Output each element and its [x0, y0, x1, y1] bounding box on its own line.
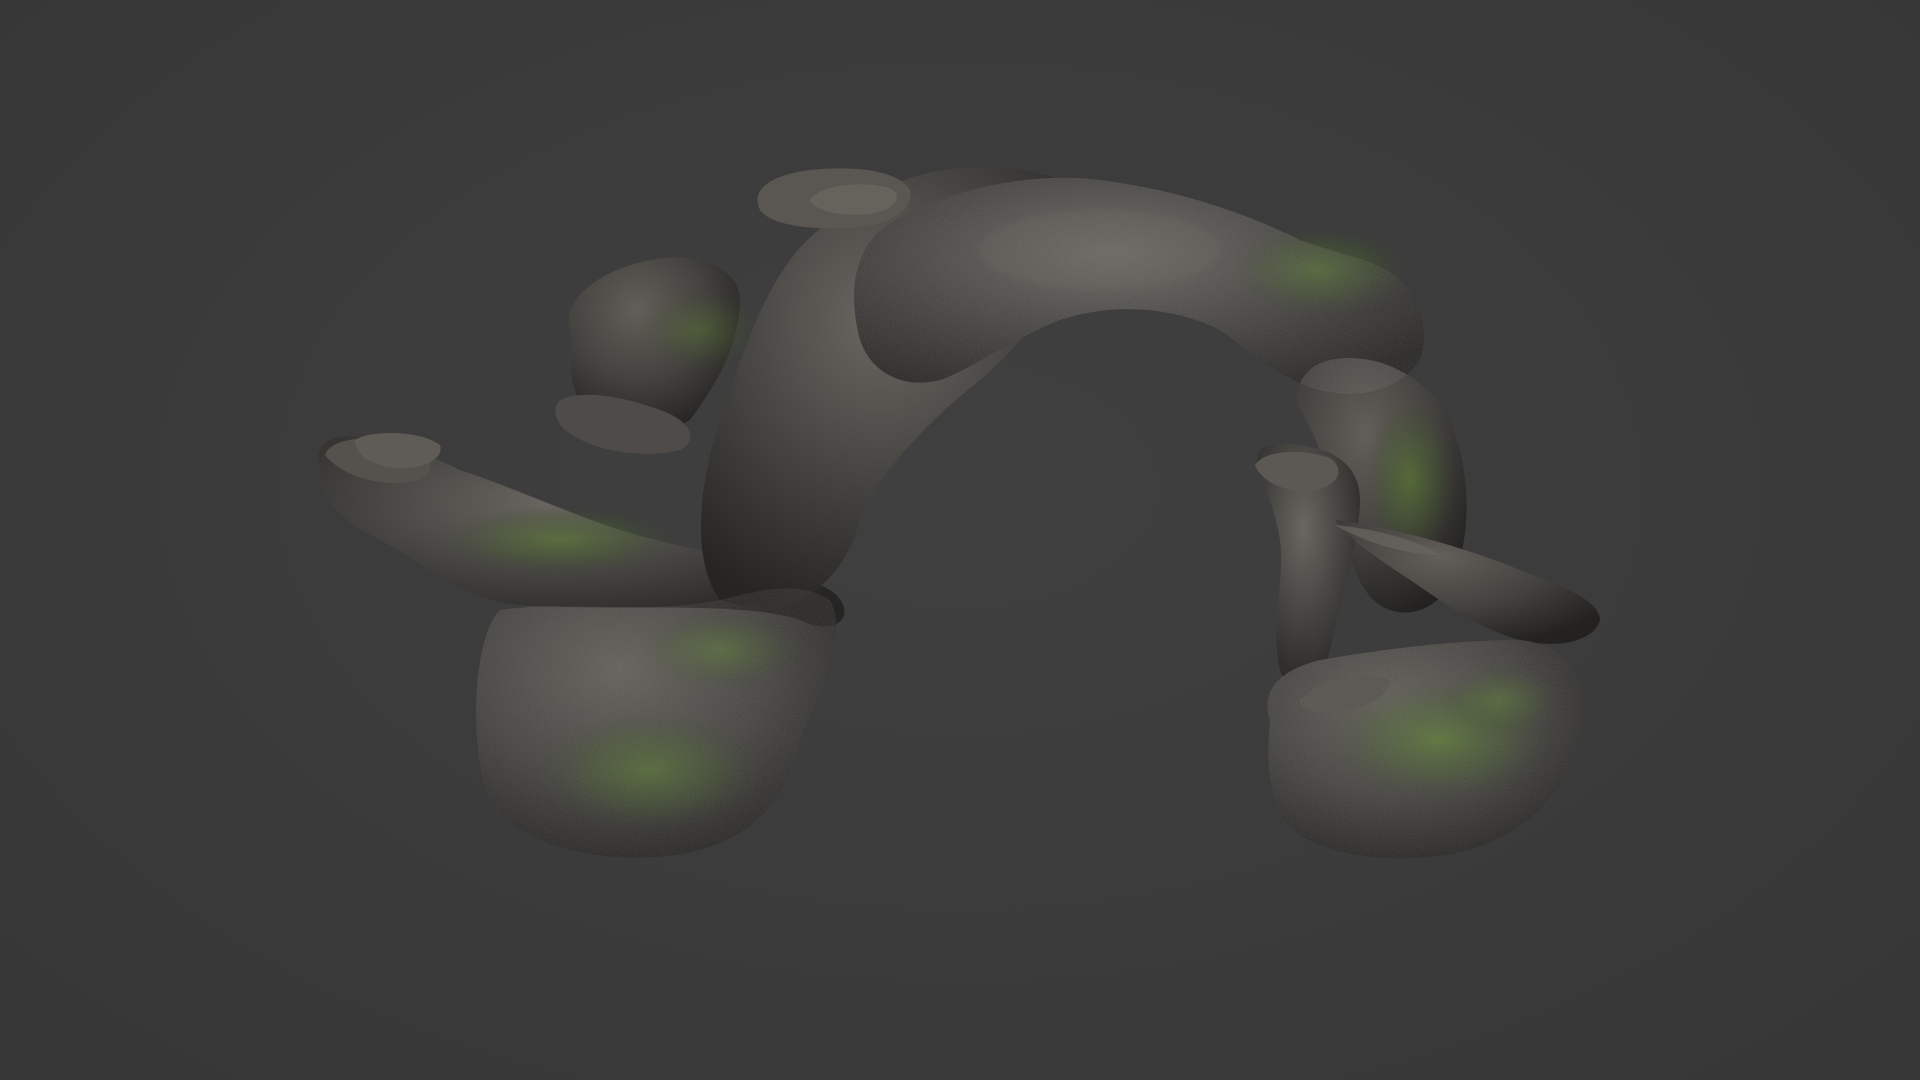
- render-viewport[interactable]: [0, 0, 1920, 1080]
- rock-arch-model: [318, 167, 1600, 859]
- top-knobs: [757, 168, 911, 229]
